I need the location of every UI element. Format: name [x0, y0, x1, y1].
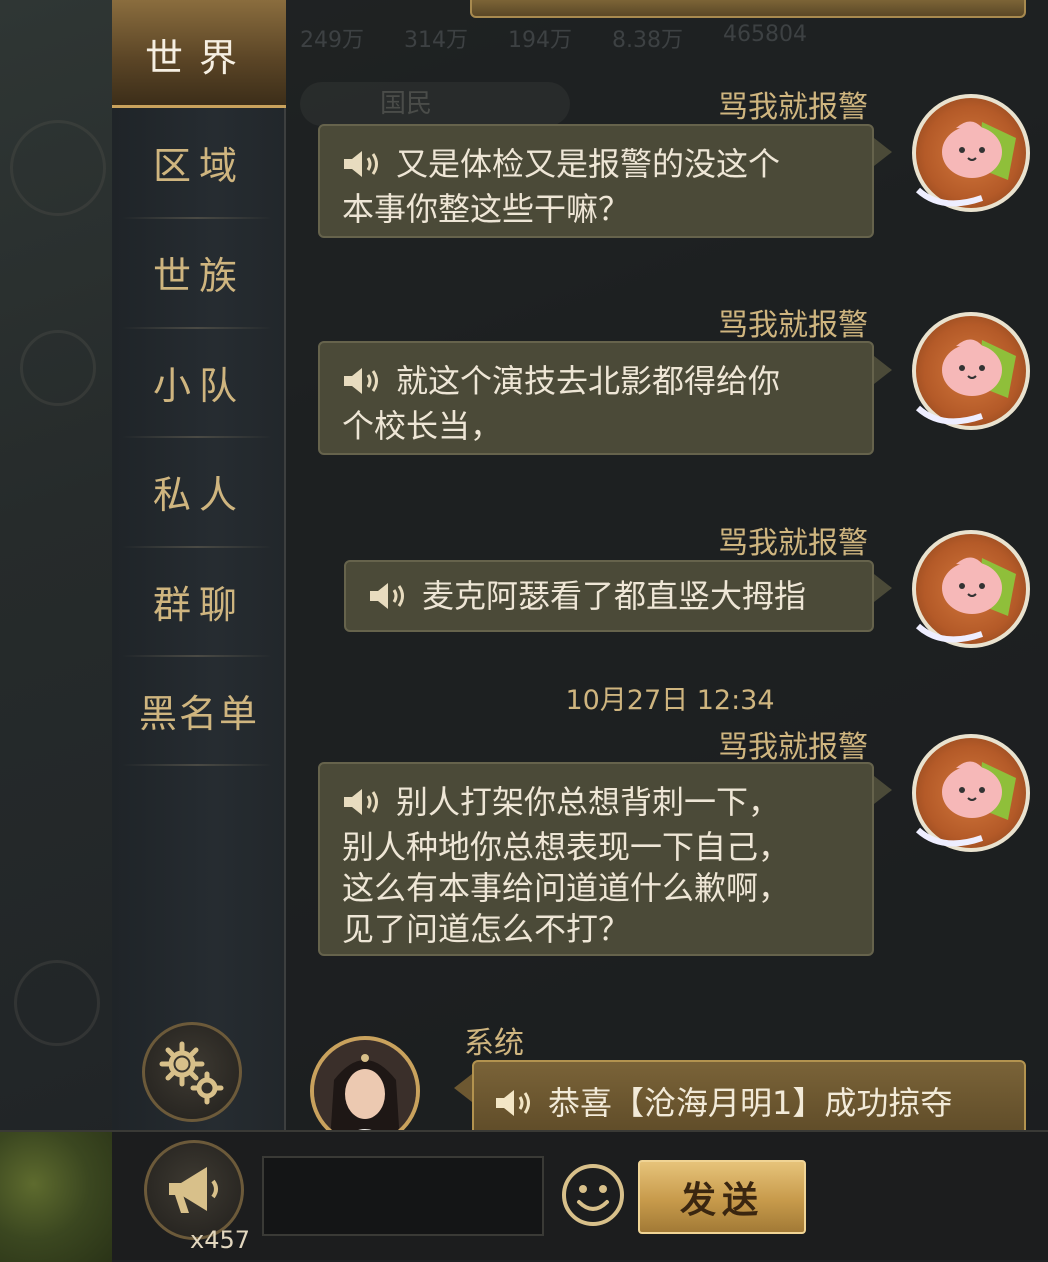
message-sender: 骂我就报警 — [718, 308, 868, 343]
message-sender: 骂我就报警 — [718, 90, 868, 125]
background-ornament — [14, 960, 100, 1046]
background-stat: 314万 — [404, 28, 468, 53]
player-avatar[interactable] — [912, 530, 1030, 648]
message-text: 见了问道怎么不打？ — [342, 910, 631, 948]
tab-label: 世界 — [144, 35, 253, 80]
peach-avatar-icon — [915, 121, 1016, 207]
send-button-label: 发送 — [679, 1180, 764, 1221]
speaker-icon[interactable] — [342, 148, 384, 189]
smiley-icon — [562, 1164, 624, 1226]
tab-team[interactable]: 小队 — [112, 328, 286, 436]
tab-label: 世族 — [152, 253, 245, 298]
chat-bubble[interactable]: 又是体检又是报警的没这个 本事你整这些干嘛？ — [318, 124, 874, 238]
message-text: 就这个演技去北影都得给你 — [396, 362, 781, 400]
message-text: 个校长当， — [342, 407, 503, 445]
peach-avatar-icon — [915, 557, 1016, 643]
message-text: 这么有本事给问道道什么歉啊， — [342, 869, 791, 907]
tab-region[interactable]: 区域 — [112, 108, 286, 216]
speaker-icon[interactable] — [342, 786, 384, 827]
megaphone-icon — [169, 1167, 218, 1213]
tab-label: 黑名单 — [138, 691, 259, 736]
background-stat: 465804 — [723, 22, 807, 47]
message-sender: 骂我就报警 — [718, 730, 868, 765]
tab-divider — [122, 764, 272, 766]
bubble-tail — [454, 1074, 472, 1102]
chat-bubble[interactable]: 麦克阿瑟看了都直竖大拇指 — [344, 560, 874, 632]
chat-input-bar: x457 发送 — [0, 1130, 1048, 1262]
tab-label: 小队 — [152, 363, 245, 408]
speaker-icon[interactable] — [342, 365, 384, 406]
background-stat: 194万 — [508, 28, 572, 53]
system-sender: 系统 — [464, 1026, 524, 1061]
speaker-icon[interactable] — [494, 1088, 536, 1126]
message-text: 别人打架你总想背刺一下， — [396, 783, 781, 821]
send-button[interactable]: 发送 — [638, 1160, 806, 1234]
settings-button[interactable] — [142, 1022, 242, 1122]
peach-avatar-icon — [915, 339, 1016, 425]
bubble-tail — [874, 356, 892, 384]
background-stat: 8.38万 — [612, 28, 683, 53]
system-chat-bubble[interactable]: 恭喜【沧海月明1】成功掠夺 — [472, 1060, 1026, 1140]
horn-count: x457 — [190, 1226, 251, 1254]
player-avatar[interactable] — [912, 312, 1030, 430]
background-stat: 249万 — [300, 28, 364, 53]
tab-label: 私人 — [152, 472, 245, 517]
chat-bubble[interactable]: 别人打架你总想背刺一下， 别人种地你总想表现一下自己， 这么有本事给问道道什么歉… — [318, 762, 874, 956]
peach-avatar-icon — [915, 761, 1016, 847]
broadcast-horn-button[interactable] — [144, 1140, 244, 1240]
message-text: 别人种地你总想表现一下自己， — [342, 828, 791, 866]
minimap-fragment — [0, 1132, 112, 1262]
channel-sidebar: 世界 区域 世族 小队 私人 群聊 黑名单 — [112, 0, 286, 1130]
speaker-icon[interactable] — [368, 580, 410, 621]
bubble-tail — [874, 776, 892, 804]
character-portrait-icon — [314, 1040, 416, 1142]
background-ornament — [10, 120, 106, 216]
system-message-text: 恭喜【沧海月明1】成功掠夺 — [548, 1084, 953, 1122]
tab-group-chat[interactable]: 群聊 — [112, 547, 286, 655]
previous-message-edge — [470, 0, 1026, 18]
bubble-tail — [874, 574, 892, 602]
message-text: 麦克阿瑟看了都直竖大拇指 — [422, 577, 807, 615]
bubble-tail — [874, 138, 892, 166]
gear-icon — [159, 1041, 224, 1105]
chat-input[interactable] — [262, 1156, 544, 1236]
player-avatar[interactable] — [912, 734, 1030, 852]
player-avatar[interactable] — [912, 94, 1030, 212]
tab-world[interactable]: 世界 — [112, 0, 286, 108]
background-stats: 249万 314万 194万 8.38万 465804 — [300, 22, 1040, 53]
tab-blacklist[interactable]: 黑名单 — [112, 656, 286, 764]
message-timestamp: 10月27日 12:34 — [565, 685, 775, 716]
tab-label: 群聊 — [152, 582, 245, 627]
tab-clan[interactable]: 世族 — [112, 218, 286, 326]
emoji-button[interactable] — [560, 1162, 626, 1228]
background-pill: 国民 — [300, 82, 570, 126]
chat-bubble[interactable]: 就这个演技去北影都得给你 个校长当， — [318, 341, 874, 455]
background-ornament — [20, 330, 96, 406]
message-text: 本事你整这些干嘛？ — [342, 190, 631, 228]
message-sender: 骂我就报警 — [718, 526, 868, 561]
message-text: 又是体检又是报警的没这个 — [396, 145, 781, 183]
tab-private[interactable]: 私人 — [112, 437, 286, 545]
tab-label: 区域 — [152, 143, 245, 188]
